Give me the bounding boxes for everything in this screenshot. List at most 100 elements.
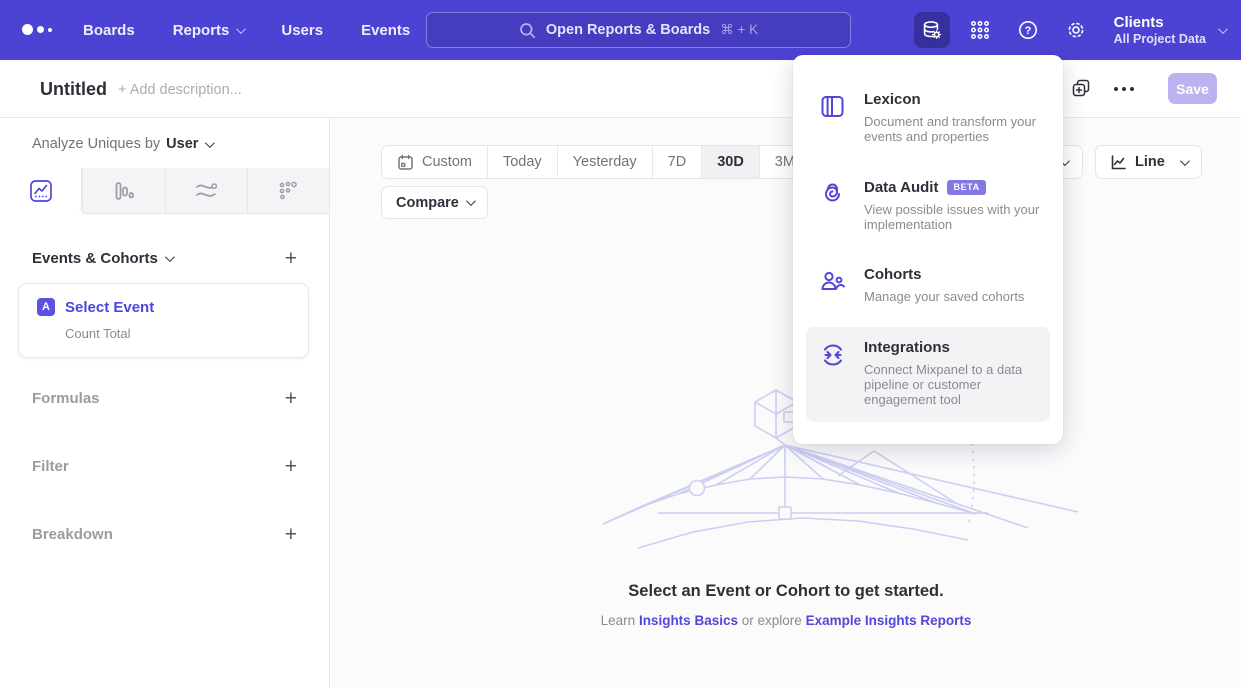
filter-label: Filter [32, 458, 69, 475]
nav-label: Boards [83, 22, 135, 39]
query-builder-sidebar: Analyze Uniques by User [0, 118, 330, 688]
flow-chart-tab-icon [194, 178, 219, 203]
date-yesterday[interactable]: Yesterday [557, 146, 652, 178]
date-label: Yesterday [573, 154, 637, 170]
popup-item-desc: Connect Mixpanel to a data pipeline or c… [864, 362, 1040, 408]
copy-plus-icon [1072, 79, 1091, 98]
chevron-down-icon [1180, 156, 1190, 166]
analyze-row: Analyze Uniques by User [0, 118, 329, 152]
popup-item-title: Lexicon [864, 91, 921, 108]
svg-text:?: ? [1024, 25, 1031, 37]
analyze-value: User [166, 136, 198, 152]
report-title[interactable]: Untitled [40, 79, 107, 100]
data-management-popup: Lexicon Document and transform your even… [793, 55, 1063, 444]
date-today[interactable]: Today [487, 146, 557, 178]
popup-item-title: Cohorts [864, 266, 922, 283]
event-card[interactable]: A Select Event Count Total [18, 283, 309, 358]
line-chart-icon [1110, 154, 1127, 171]
tab-dot-grid-chart[interactable] [247, 168, 329, 214]
popup-item-cohorts[interactable]: Cohorts Manage your saved cohorts [806, 254, 1050, 318]
chevron-down-icon [165, 252, 175, 262]
insights-basics-link[interactable]: Insights Basics [639, 613, 738, 628]
popup-item-desc: View possible issues with your implement… [864, 202, 1040, 233]
duplicate-button[interactable] [1072, 79, 1091, 103]
project-name: Clients [1114, 14, 1206, 33]
lexicon-book-icon [819, 93, 846, 120]
popup-item-integrations[interactable]: Integrations Connect Mixpanel to a data … [806, 327, 1050, 422]
database-gear-icon [921, 19, 943, 41]
date-label: 3M [775, 154, 795, 170]
empty-state-heading: Select an Event or Cohort to get started… [331, 582, 1241, 601]
search-shortcut: ⌘ + K [720, 22, 758, 38]
nav-label: Users [281, 22, 323, 39]
chart-style-dropdown[interactable]: Line [1095, 145, 1202, 179]
date-7d[interactable]: 7D [652, 146, 702, 178]
popup-item-title: Data Audit [864, 179, 938, 196]
add-breakdown-button[interactable]: + [285, 528, 297, 542]
chevron-down-icon [205, 138, 215, 148]
empty-state-links: Learn Insights Basics or explore Example… [331, 613, 1241, 628]
question-circle-icon: ? [1017, 19, 1039, 41]
settings-button[interactable] [1058, 12, 1094, 48]
popup-item-desc: Document and transform your events and p… [864, 114, 1040, 145]
filter-section: Filter + [32, 458, 297, 475]
breakdown-section: Breakdown + [32, 526, 297, 543]
tab-insights-line[interactable] [0, 168, 82, 214]
date-label: Today [503, 154, 542, 170]
popup-item-title: Integrations [864, 339, 950, 356]
bar-chart-tab-icon [112, 179, 136, 203]
date-custom[interactable]: Custom [382, 146, 487, 178]
save-button[interactable]: Save [1168, 73, 1217, 104]
tab-bar-chart[interactable] [82, 168, 164, 214]
popup-item-lexicon[interactable]: Lexicon Document and transform your even… [806, 79, 1050, 159]
chart-type-tabs [0, 168, 329, 214]
chevron-down-icon [236, 24, 246, 34]
or-explore-text: or explore [742, 613, 802, 628]
events-cohorts-label[interactable]: Events & Cohorts [32, 250, 158, 267]
count-total-dropdown[interactable]: Count Total [65, 326, 292, 341]
event-series-badge: A [37, 298, 55, 316]
global-search-input[interactable]: Open Reports & Boards ⌘ + K [426, 12, 851, 48]
chart-style-label: Line [1135, 154, 1165, 170]
project-switcher[interactable]: Clients All Project Data [1114, 14, 1225, 47]
add-event-button[interactable]: + [285, 252, 297, 266]
add-filter-button[interactable]: + [285, 460, 297, 474]
nav-item-boards[interactable]: Boards [83, 22, 135, 39]
data-audit-icon [819, 181, 846, 208]
formulas-section: Formulas + [32, 390, 297, 407]
date-label: 7D [668, 154, 687, 170]
apps-grid-icon [969, 19, 991, 41]
tab-flow-chart[interactable] [165, 168, 247, 214]
help-button[interactable]: ? [1010, 12, 1046, 48]
apps-grid-button[interactable] [962, 12, 998, 48]
chevron-down-icon [1218, 24, 1228, 34]
analyze-prefix: Analyze Uniques by [32, 136, 160, 152]
select-event-button[interactable]: Select Event [65, 299, 154, 316]
search-icon [519, 22, 536, 39]
search-placeholder: Open Reports & Boards [546, 22, 710, 38]
data-governance-button[interactable] [914, 12, 950, 48]
mixpanel-logo-icon[interactable] [22, 24, 52, 35]
dot-grid-tab-icon [276, 179, 300, 203]
example-insights-reports-link[interactable]: Example Insights Reports [806, 613, 972, 628]
integrations-sync-icon [819, 341, 847, 369]
popup-item-data-audit[interactable]: Data Audit BETA View possible issues wit… [806, 167, 1050, 247]
date-label: Custom [422, 154, 472, 170]
compare-dropdown[interactable]: Compare [381, 186, 488, 219]
events-cohorts-header: Events & Cohorts + [32, 250, 297, 267]
nav-item-users[interactable]: Users [281, 22, 323, 39]
date-range-control: Custom Today Yesterday 7D 30D 3M 6M [381, 145, 862, 179]
analyze-by-dropdown[interactable]: User [166, 136, 212, 152]
nav-item-reports[interactable]: Reports [173, 22, 244, 39]
cohorts-users-icon [819, 268, 847, 296]
beta-badge: BETA [947, 180, 985, 195]
more-options-button[interactable] [1114, 87, 1134, 91]
date-label: 30D [717, 154, 744, 170]
compare-label: Compare [396, 195, 459, 211]
calendar-icon [397, 154, 414, 171]
add-formula-button[interactable]: + [285, 392, 297, 406]
add-description-field[interactable]: + Add description... [118, 82, 242, 98]
nav-item-events[interactable]: Events [361, 22, 410, 39]
date-30d[interactable]: 30D [701, 146, 759, 178]
nav-label: Events [361, 22, 410, 39]
